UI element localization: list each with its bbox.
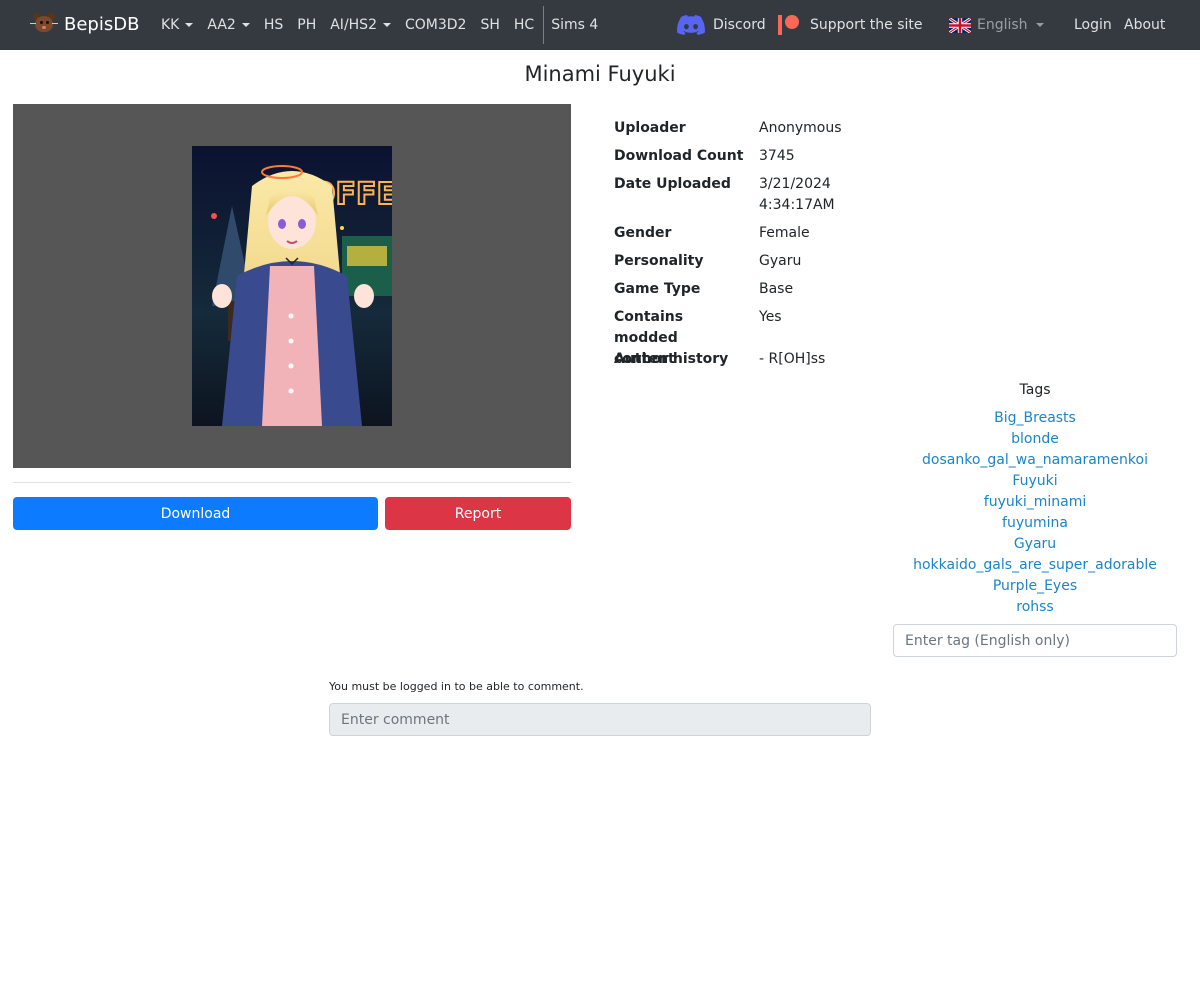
nav-item-ph[interactable]: PH (290, 0, 323, 50)
caret-down-icon (241, 23, 250, 27)
language-dropdown[interactable]: English (949, 0, 1044, 50)
info-label: Date Uploaded (614, 176, 731, 192)
about-label: About (1124, 17, 1166, 33)
nav-item-kk[interactable]: KK (154, 0, 200, 50)
comment-login-note: You must be logged in to be able to comm… (329, 680, 584, 693)
game-nav: KK AA2 HS PH AI/HS2 COM3D2 SH HC Sims 4 (154, 0, 605, 50)
info-label: Uploader (614, 120, 686, 136)
tags-heading: Tags (1019, 382, 1051, 398)
info-label: Download Count (614, 148, 744, 164)
tag-link[interactable]: dosanko_gal_wa_namaramenkoi (893, 450, 1177, 471)
info-value: Anonymous (759, 120, 842, 136)
info-value: Female (759, 225, 810, 241)
nav-item-label: SH (480, 17, 500, 33)
info-value: Gyaru (759, 253, 802, 269)
brand-name: BepisDB (64, 13, 140, 35)
nav-item-ai-hs2[interactable]: AI/HS2 (323, 0, 398, 50)
info-label: Author history (614, 351, 729, 367)
nav-item-label: HS (263, 17, 284, 33)
info-value: - R[OH]ss (759, 351, 826, 367)
tag-link[interactable]: fuyumina (893, 513, 1177, 534)
download-button[interactable]: Download (13, 497, 378, 530)
nav-item-label: AA2 (207, 17, 236, 33)
tag-link[interactable]: blonde (893, 429, 1177, 450)
caret-down-icon (1035, 23, 1044, 27)
support-link[interactable]: Support the site (778, 0, 923, 50)
info-label: Personality (614, 253, 704, 269)
brand-link[interactable]: BepisDB (30, 12, 139, 36)
top-navbar: BepisDB KK AA2 HS PH AI/HS2 COM3D2 SH HC (0, 0, 1200, 50)
tag-link[interactable]: hokkaido_gals_are_super_adorable (893, 555, 1177, 576)
nav-item-label: COM3D2 (404, 17, 467, 33)
info-value: 3/21/2024 4:34:17AM (759, 176, 835, 213)
discord-label: Discord (713, 17, 766, 33)
about-link[interactable]: About (1124, 0, 1165, 50)
nav-item-hs[interactable]: HS (257, 0, 290, 50)
tag-link[interactable]: fuyuki_minami (893, 492, 1177, 513)
page-title: Minami Fuyuki (524, 62, 676, 86)
tag-link[interactable]: rohss (893, 597, 1177, 618)
nav-item-label: PH (297, 17, 317, 33)
nav-item-com3d2[interactable]: COM3D2 (398, 0, 473, 50)
report-button[interactable]: Report (385, 497, 571, 530)
caret-down-icon (185, 23, 194, 27)
patreon-icon (778, 15, 800, 35)
nav-item-sims4[interactable]: Sims 4 (544, 0, 605, 50)
login-label: Login (1074, 17, 1112, 33)
login-link[interactable]: Login (1074, 0, 1112, 50)
nav-item-label: KK (161, 17, 180, 33)
section-divider (13, 482, 571, 483)
tag-link[interactable]: Gyaru (893, 534, 1177, 555)
info-value: Base (759, 281, 794, 297)
language-label: English (977, 17, 1028, 33)
character-card-image[interactable]: OFFE (192, 146, 392, 426)
tags-section: Tags Big_Breasts blonde dosanko_gal_wa_n… (893, 378, 1177, 618)
card-preview-frame: OFFE (13, 104, 571, 468)
info-label: Gender (614, 225, 672, 241)
nav-item-sh[interactable]: SH (473, 0, 506, 50)
nav-item-aa2[interactable]: AA2 (200, 0, 256, 50)
nav-item-label: HC (513, 17, 535, 33)
caret-down-icon (382, 23, 391, 27)
comment-input[interactable] (329, 703, 871, 736)
tag-link[interactable]: Big_Breasts (893, 408, 1177, 429)
tag-input[interactable] (893, 624, 1177, 657)
info-value: 3745 (759, 148, 795, 164)
support-label: Support the site (810, 17, 923, 33)
uk-flag-icon (949, 17, 971, 33)
mole-logo-icon (30, 12, 58, 36)
tag-link[interactable]: Purple_Eyes (893, 576, 1177, 597)
nav-item-label: Sims 4 (551, 17, 599, 33)
nav-item-hc[interactable]: HC (507, 0, 541, 50)
nav-item-label: AI/HS2 (330, 17, 377, 33)
tag-link[interactable]: Fuyuki (893, 471, 1177, 492)
discord-icon (677, 15, 705, 35)
info-label: Game Type (614, 281, 701, 297)
info-value: Yes (759, 309, 782, 325)
discord-link[interactable]: Discord (677, 0, 766, 50)
